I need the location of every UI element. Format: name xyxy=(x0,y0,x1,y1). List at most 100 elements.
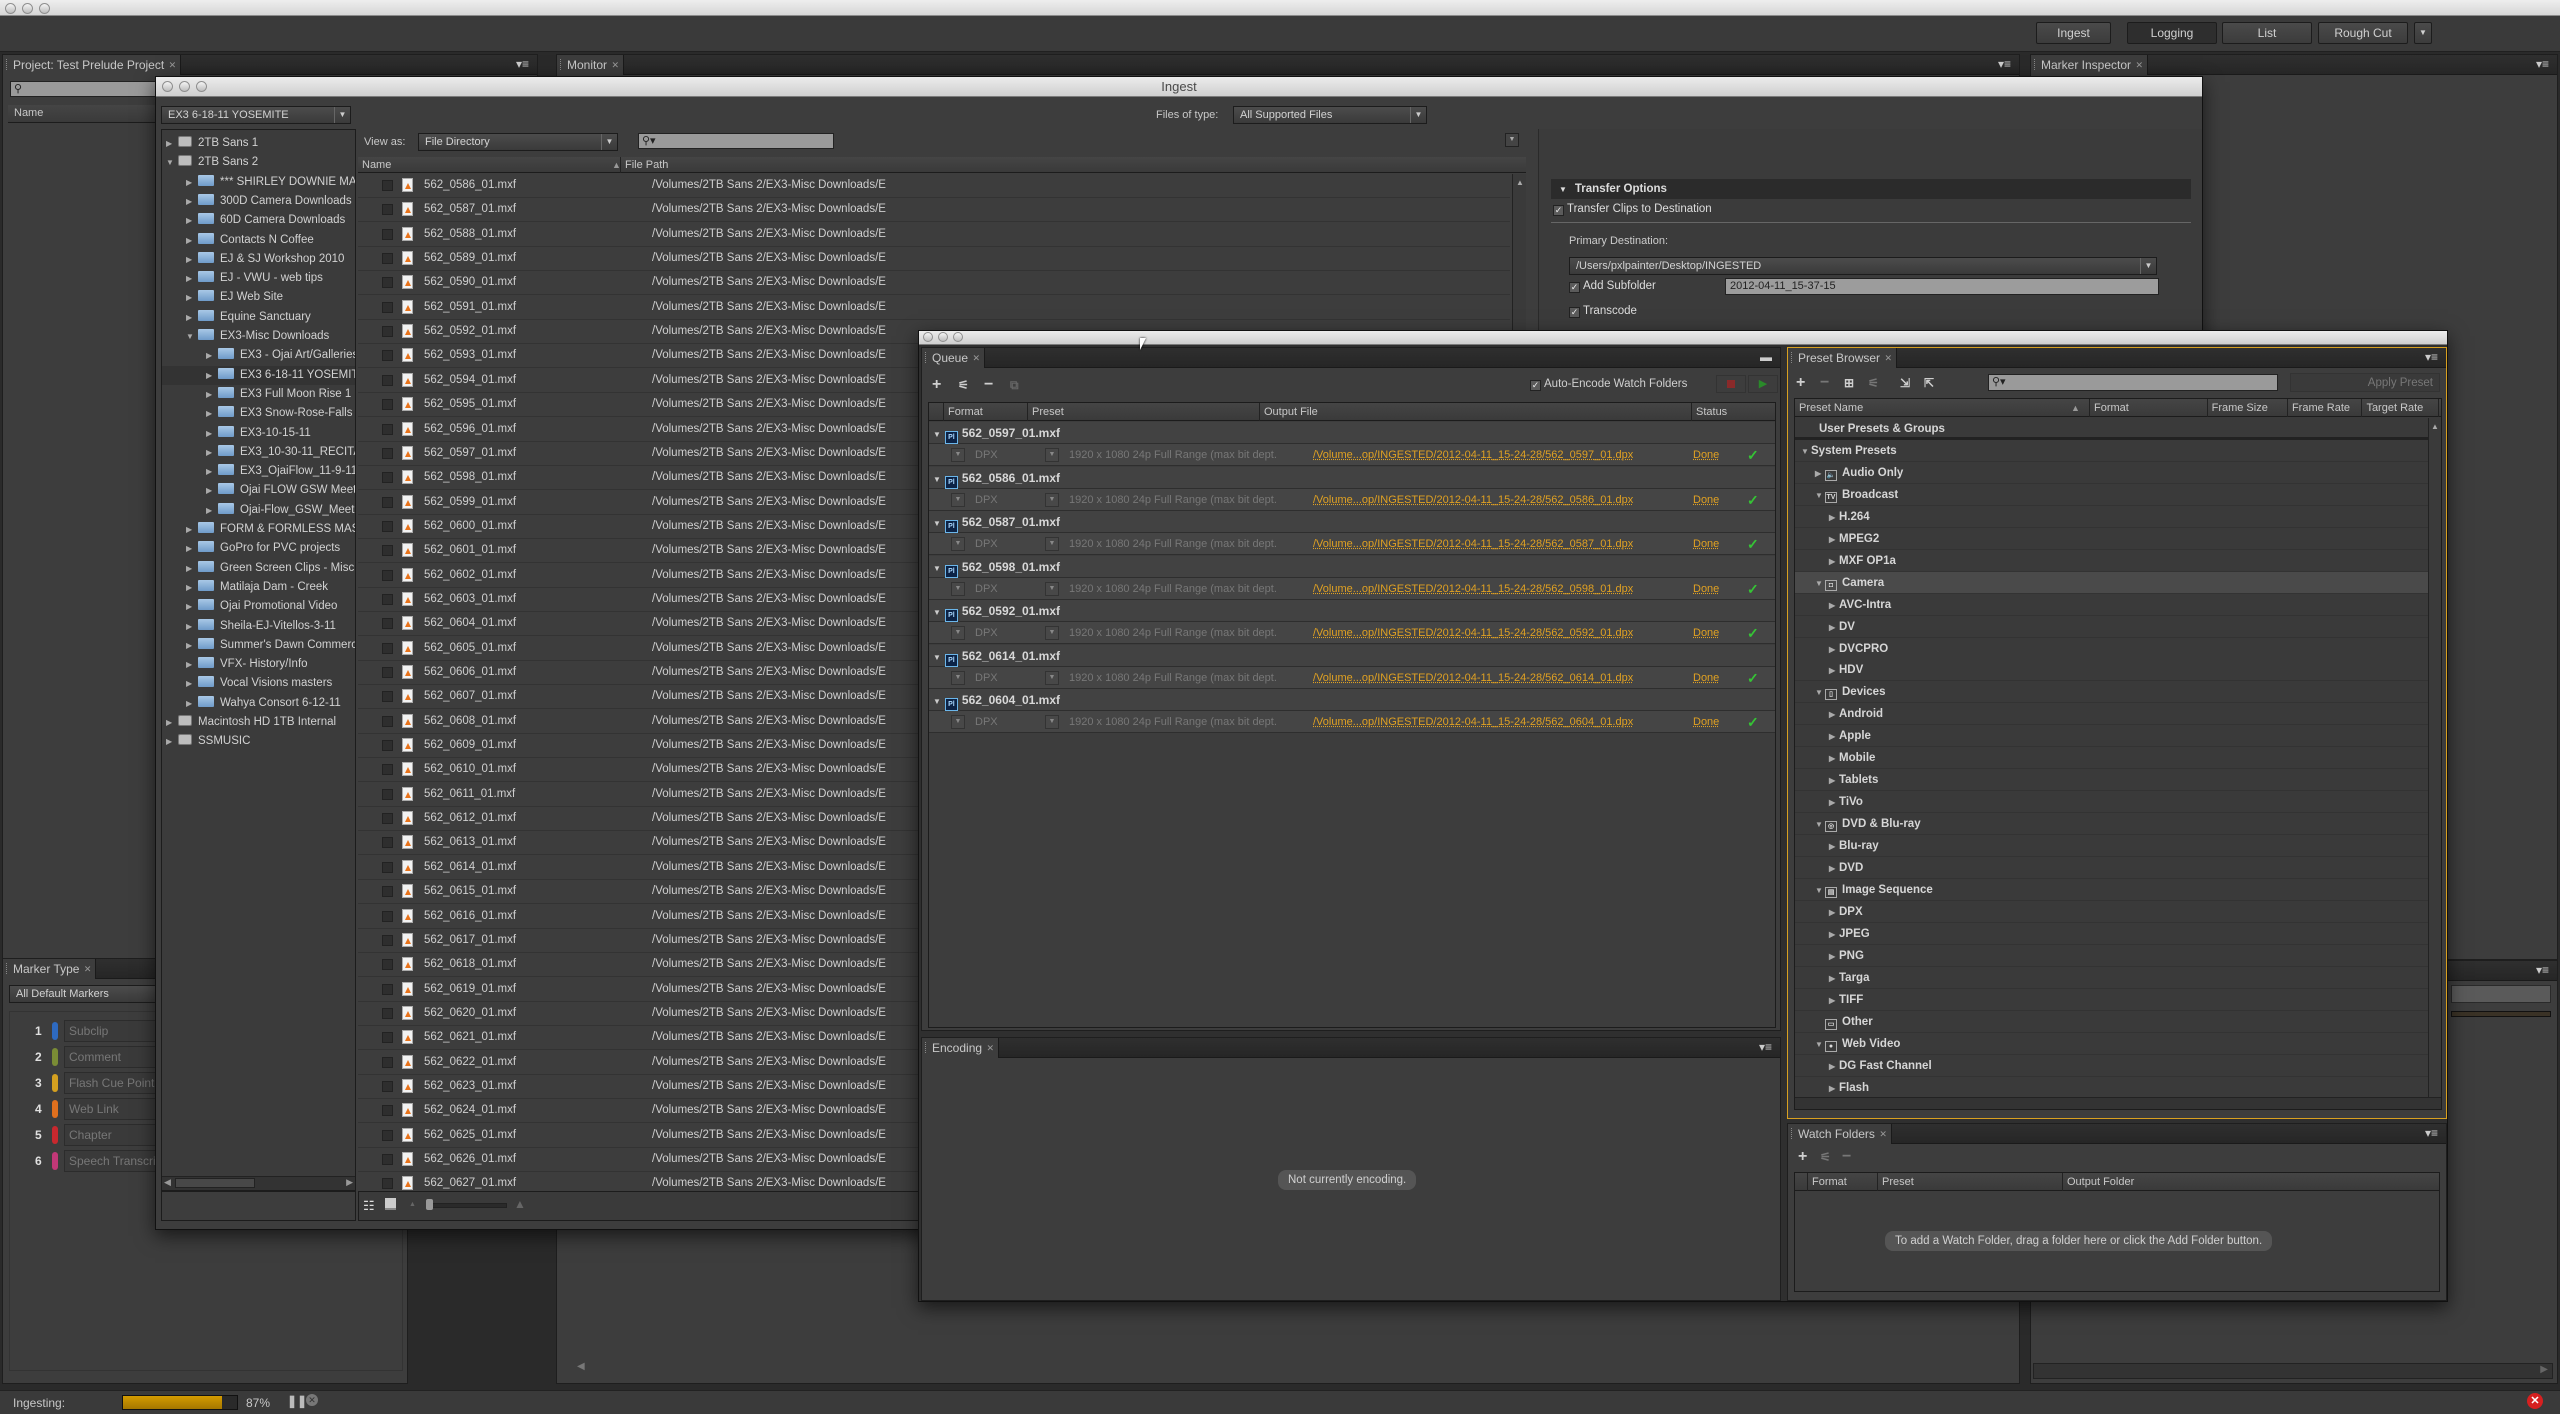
tree-folder[interactable]: ▶ EX3 Full Moon Rise 1 xyxy=(162,385,355,404)
close-dialog-button[interactable] xyxy=(923,332,933,342)
file-checkbox[interactable] xyxy=(382,667,393,678)
disclosure-expanded-icon[interactable]: ▼ xyxy=(166,153,176,172)
tree-folder[interactable]: ▶ EX3 - Ojai Art/Galleries xyxy=(162,346,355,365)
disclosure-collapsed-icon[interactable]: ▶ xyxy=(206,346,216,365)
disclosure-collapsed-icon[interactable]: ▶ xyxy=(206,385,216,404)
file-checkbox[interactable] xyxy=(382,593,393,605)
preset-dropdown[interactable]: ▼ xyxy=(1045,715,1059,729)
new-preset-button[interactable]: + xyxy=(1796,374,1805,392)
file-row[interactable]: 562_0590_01.mxf /Volumes/2TB Sans 2/EX3-… xyxy=(358,271,1510,296)
file-checkbox[interactable] xyxy=(382,886,393,898)
pause-button[interactable]: ❚❚ xyxy=(287,1394,307,1408)
preset-group-item[interactable]: ▶ Targa xyxy=(1795,966,2429,989)
tree-folder[interactable]: ▶ Summer's Dawn Commercial xyxy=(162,636,355,655)
disclosure-expanded-icon[interactable]: ▼ xyxy=(186,327,196,346)
disclosure-collapsed-icon[interactable]: ▶ xyxy=(166,713,176,732)
auto-encode-checkbox[interactable]: ✓ Auto-Encode Watch Folders xyxy=(1530,378,1687,391)
tree-folder[interactable]: ▶*** SHIRLEY DOWNIE MASTERS xyxy=(162,173,355,192)
close-tab-icon[interactable]: ✕ xyxy=(987,1038,995,1058)
disclosure-collapsed-icon[interactable]: ▶ xyxy=(186,192,196,211)
column-output-file[interactable]: Output File xyxy=(1259,403,1318,421)
disclosure-collapsed-icon[interactable]: ▶ xyxy=(1829,770,1839,792)
column-frame-size[interactable]: Frame Size xyxy=(2206,399,2268,417)
column-name[interactable]: Name xyxy=(358,157,391,173)
file-checkbox[interactable] xyxy=(382,180,393,191)
format-dropdown[interactable]: ▼ xyxy=(951,492,965,507)
file-checkbox[interactable] xyxy=(382,447,393,459)
remove-folder-button[interactable]: − xyxy=(1842,1148,1851,1166)
thumbnail-size-slider[interactable] xyxy=(426,1199,507,1210)
queue-source-row[interactable]: ▼ Pl 562_0614_01.mxf xyxy=(929,644,1775,667)
tree-folder[interactable]: ▶ EX3_10-30-11_RECITAL xyxy=(162,443,355,462)
disclosure-collapsed-icon[interactable]: ▶ xyxy=(166,134,176,153)
format-dropdown[interactable]: ▼ xyxy=(951,670,965,685)
tree-folder[interactable]: ▶ VFX- History/Info xyxy=(162,655,355,674)
queue-output-row[interactable]: ▼ DPX ▼ 1920 x 1080 24p Full Range (max … xyxy=(929,533,1775,555)
disclosure-collapsed-icon[interactable]: ▶ xyxy=(206,366,216,385)
file-checkbox[interactable] xyxy=(382,545,393,557)
preset-category[interactable]: ▭ Other xyxy=(1795,1010,2429,1033)
preset-group-item[interactable]: ▶ MXF OP1a xyxy=(1795,549,2429,572)
tree-folder[interactable]: ▶ 300D Camera Downloads xyxy=(162,192,355,211)
file-row[interactable]: 562_0587_01.mxf /Volumes/2TB Sans 2/EX3-… xyxy=(358,198,1510,223)
transcode-checkbox[interactable]: ✓ Transcode xyxy=(1569,305,1637,318)
list-view-button[interactable]: ☷ xyxy=(363,1198,375,1214)
preset-dropdown[interactable]: ▼ xyxy=(1045,626,1059,640)
preset-root[interactable]: User Presets & Groups xyxy=(1795,418,2429,440)
disclosure-collapsed-icon[interactable]: ▶ xyxy=(186,539,196,558)
scroll-thumb[interactable] xyxy=(175,1178,255,1188)
file-checkbox[interactable] xyxy=(382,472,393,484)
file-checkbox[interactable] xyxy=(382,618,393,630)
slider-handle[interactable] xyxy=(426,1199,433,1210)
disclosure-expanded-icon[interactable]: ▼ xyxy=(1815,485,1825,507)
disclosure-collapsed-icon[interactable]: ▶ xyxy=(186,636,196,655)
tree-folder[interactable]: ▶ EX3 Snow-Rose-Falls xyxy=(162,404,355,423)
disclosure-collapsed-icon[interactable]: ▶ xyxy=(1829,902,1839,924)
file-checkbox[interactable] xyxy=(382,959,393,971)
disclosure-collapsed-icon[interactable]: ▶ xyxy=(1829,639,1839,661)
tree-folder[interactable]: ▶ Ojai Promotional Video xyxy=(162,597,355,616)
tree-drive[interactable]: ▶ SSMUSIC xyxy=(162,732,355,751)
disclosure-collapsed-icon[interactable]: ▶ xyxy=(186,211,196,230)
tree-folder[interactable]: ▶ EJ Web Site xyxy=(162,288,355,307)
file-checkbox[interactable] xyxy=(382,740,393,752)
disclosure-collapsed-icon[interactable]: ▶ xyxy=(186,269,196,288)
preset-root[interactable]: ▼ System Presets xyxy=(1795,439,2429,462)
tab-watch-folders[interactable]: Watch Folders ✕ xyxy=(1788,1124,1892,1144)
tab-marker-type[interactable]: Marker Type ✕ xyxy=(3,959,97,979)
workspace-logging-button[interactable]: Logging xyxy=(2127,22,2217,44)
output-file-link[interactable]: /Volume...op/INGESTED/2012-04-11_15-24-2… xyxy=(1313,533,1633,555)
queue-source-row[interactable]: ▼ Pl 562_0592_01.mxf xyxy=(929,600,1775,622)
preset-group-item[interactable]: ▶ MPEG2 xyxy=(1795,527,2429,550)
disclosure-collapsed-icon[interactable]: ▶ xyxy=(186,559,196,578)
file-checkbox[interactable] xyxy=(382,764,393,776)
tree-horizontal-scrollbar[interactable]: ◀ ▶ xyxy=(162,1176,355,1190)
tree-folder[interactable]: ▶ EX3-10-15-11 xyxy=(162,424,355,443)
settings-sliders-icon[interactable]: ⚟ xyxy=(958,378,969,392)
panel-menu-icon[interactable]: ▾≡ xyxy=(1759,1040,1772,1054)
close-tab-icon[interactable]: ✕ xyxy=(84,959,92,979)
queue-output-row[interactable]: ▼ DPX ▼ 1920 x 1080 24p Full Range (max … xyxy=(929,488,1775,511)
file-checkbox[interactable] xyxy=(382,1032,393,1044)
transfer-clips-checkbox[interactable]: ✓ Transfer Clips to Destination xyxy=(1553,203,1712,216)
panel-menu-icon[interactable]: ▾≡ xyxy=(2425,350,2438,364)
disclosure-collapsed-icon[interactable]: ▶ xyxy=(1829,704,1839,726)
tab-monitor[interactable]: Monitor ✕ xyxy=(557,55,625,75)
disclosure-collapsed-icon[interactable]: ▶ xyxy=(1829,617,1839,639)
queue-output-row[interactable]: ▼ DPX ▼ 1920 x 1080 24p Full Range (max … xyxy=(929,711,1775,733)
file-checkbox[interactable] xyxy=(382,423,393,435)
column-frame-rate[interactable]: Frame Rate xyxy=(2286,399,2350,417)
tree-folder[interactable]: ▶Ojai FLOW GSW Meeting xyxy=(162,481,355,500)
disclosure-collapsed-icon[interactable]: ▶ xyxy=(1829,792,1839,814)
file-checkbox[interactable] xyxy=(382,520,393,532)
new-group-icon[interactable]: ⊞ xyxy=(1844,376,1854,390)
horizontal-scrollbar[interactable]: ▶ xyxy=(2033,1363,2553,1379)
tree-drive[interactable]: ▼ 2TB Sans 2 xyxy=(162,153,355,172)
disclosure-collapsed-icon[interactable]: ▶ xyxy=(206,481,216,500)
minimize-window-button[interactable] xyxy=(22,3,33,14)
column-output-folder[interactable]: Output Folder xyxy=(2062,1173,2134,1191)
scroll-left-icon[interactable]: ◀ xyxy=(577,1361,591,1375)
disclosure-expanded-icon[interactable]: ▼ xyxy=(933,608,941,617)
close-tab-icon[interactable]: ✕ xyxy=(1879,1124,1887,1144)
disclosure-collapsed-icon[interactable]: ▶ xyxy=(166,732,176,751)
